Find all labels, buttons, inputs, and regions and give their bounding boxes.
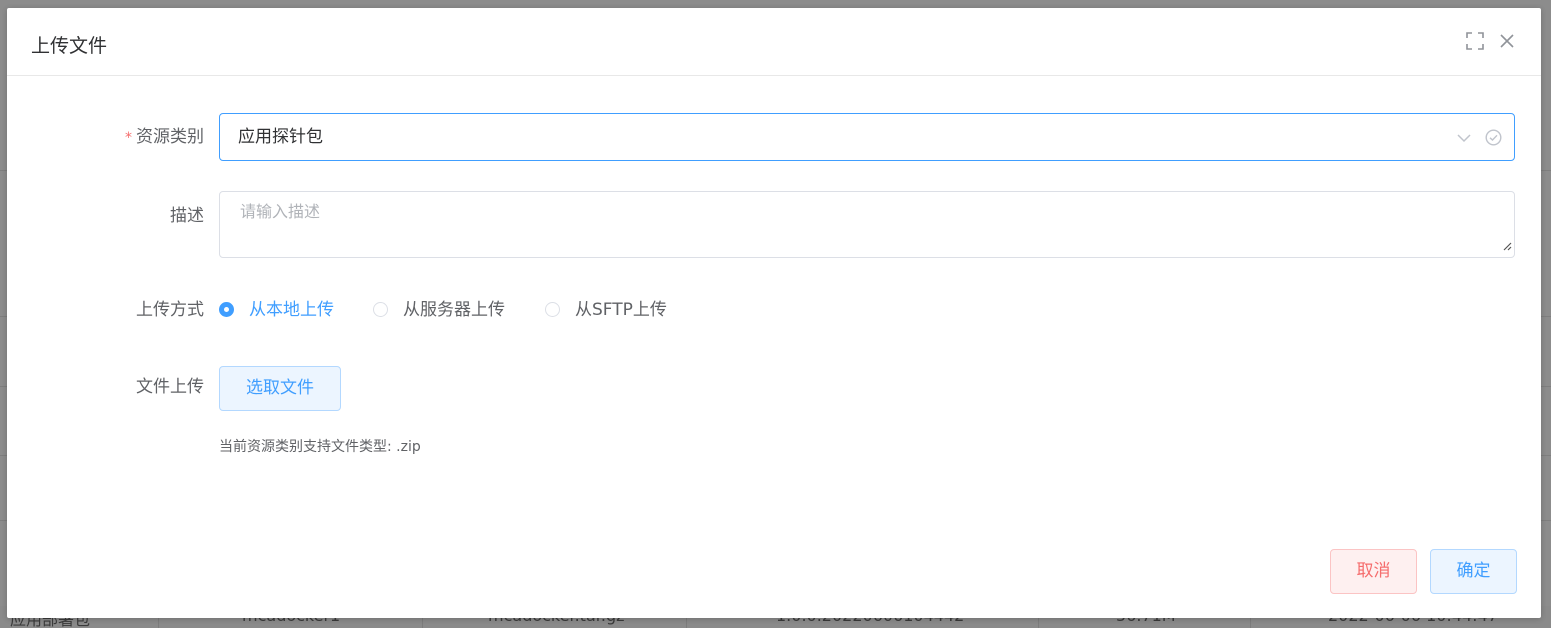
resource-type-label-text: 资源类别 [136,127,204,147]
resize-handle-icon[interactable] [1502,236,1512,255]
resource-type-value: 应用探针包 [238,127,323,147]
dialog-title: 上传文件 [31,35,108,57]
description-label: 描述 [170,206,204,226]
radio-button[interactable] [373,302,388,317]
close-icon[interactable] [1498,32,1516,50]
resource-type-select[interactable]: 应用探针包 [219,113,1515,161]
upload-method-label: 上传方式 [136,300,204,320]
cancel-button[interactable]: 取消 [1330,549,1417,594]
radio-button[interactable] [545,302,560,317]
description-placeholder: 请输入描述 [240,202,321,221]
radio-label: 从SFTP上传 [575,300,667,320]
chevron-down-icon[interactable] [1456,130,1472,150]
upload-file-dialog: 上传文件 * 资源类别 应用探针包 描述 请输入描述 上传方式 从本地上传 从服… [7,8,1541,618]
radio-label: 从服务器上传 [403,300,505,320]
file-upload-label: 文件上传 [136,377,204,397]
dialog-header: 上传文件 [7,8,1541,76]
description-textarea[interactable]: 请输入描述 [219,191,1515,258]
select-file-button[interactable]: 选取文件 [219,366,341,411]
radio-button-checked[interactable] [219,302,234,317]
file-type-hint: 当前资源类别支持文件类型: .zip [219,439,421,455]
radio-label: 从本地上传 [249,300,334,320]
resource-type-label: * 资源类别 [125,126,204,149]
fullscreen-icon[interactable] [1466,32,1484,50]
check-circle-icon [1485,129,1502,150]
confirm-button[interactable]: 确定 [1430,549,1517,594]
required-mark: * [125,130,132,146]
